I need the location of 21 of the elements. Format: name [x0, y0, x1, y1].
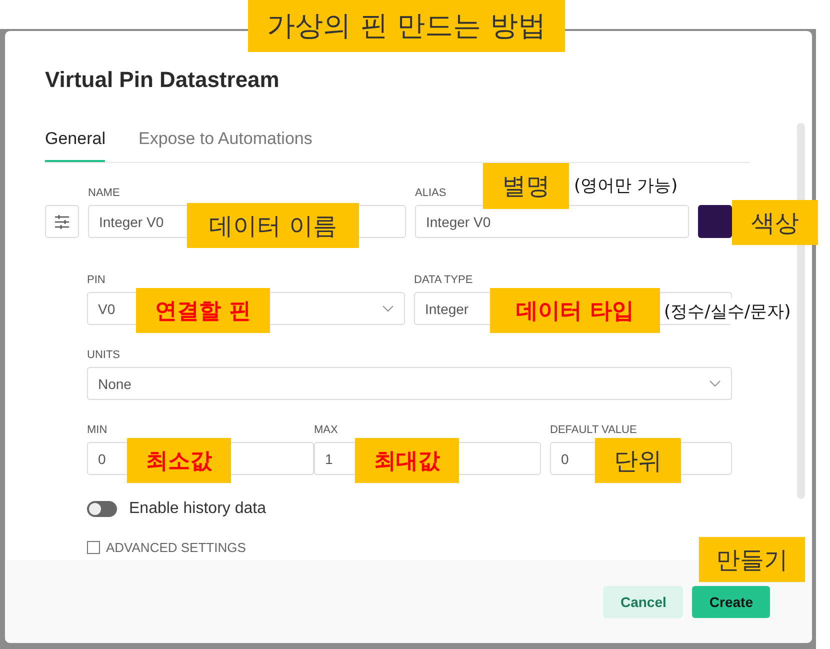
annotation-label-tooltip: 별명 — [483, 163, 569, 209]
annotation-label-tooltip: 색상 — [732, 200, 818, 245]
field-label: DATA TYPE — [414, 274, 473, 286]
field-label: MIN — [87, 424, 108, 436]
annotation-label-tooltip: 최소값 — [127, 438, 231, 483]
annotation-label-tooltip: 연결할 핀 — [136, 288, 270, 333]
field-label: UNITS — [87, 349, 120, 361]
field-label: PIN — [87, 274, 106, 286]
annotation-label-tooltip: 가상의 핀 만드는 방법 — [248, 0, 565, 52]
field-label: DEFAULT VALUE — [550, 424, 637, 436]
annotation-label-tooltip: 최대값 — [355, 438, 459, 483]
annotation-label-tooltip: 데이터 타입 — [490, 288, 660, 333]
annotation-label-tooltip: 단위 — [595, 438, 681, 483]
dialog-title: Virtual Pin Datastream — [45, 67, 280, 93]
annotation-note-tooltip: (정수/실수/문자) — [664, 298, 791, 324]
field-label: NAME — [88, 187, 120, 199]
annotation-label-tooltip: 만들기 — [699, 537, 805, 582]
annotation-label-tooltip: 데이터 이름 — [187, 203, 359, 248]
field-label: ALIAS — [415, 187, 446, 199]
toggle-label: Enable history data — [129, 500, 266, 518]
field-label: MAX — [314, 424, 338, 436]
